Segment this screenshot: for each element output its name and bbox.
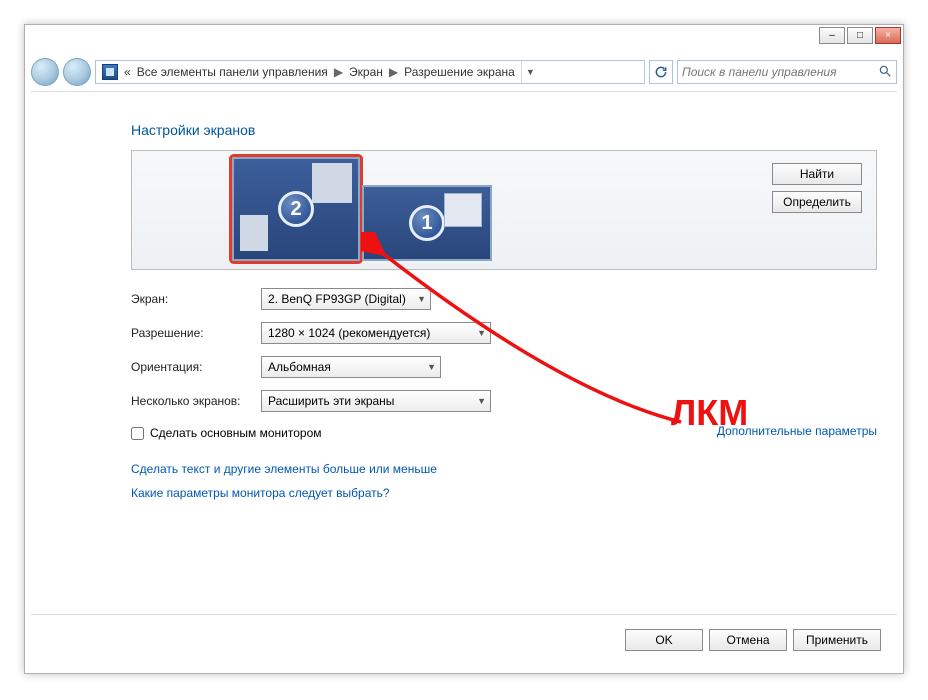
monitor-number-badge: 2 bbox=[278, 191, 314, 227]
chevron-down-icon: ▼ bbox=[417, 294, 426, 304]
primary-monitor-checkbox[interactable] bbox=[131, 427, 144, 440]
breadcrumb-item[interactable]: Все элементы панели управления bbox=[137, 65, 328, 79]
search-box[interactable] bbox=[677, 60, 897, 84]
footer-divider bbox=[31, 614, 897, 615]
help-links: Сделать текст и другие элементы больше и… bbox=[131, 462, 877, 500]
chevron-right-icon: ▶ bbox=[334, 65, 343, 79]
breadcrumb-dropdown[interactable]: ▼ bbox=[521, 61, 539, 83]
chevron-right-icon: ▶ bbox=[389, 65, 398, 79]
screen-label: Экран: bbox=[131, 292, 261, 306]
settings-form: Экран: 2. BenQ FP93GP (Digital) ▼ Разреш… bbox=[131, 288, 877, 412]
search-input[interactable] bbox=[682, 65, 878, 79]
refresh-button[interactable] bbox=[649, 60, 673, 84]
monitor-2[interactable]: 2 bbox=[232, 157, 360, 261]
identify-button[interactable]: Определить bbox=[772, 191, 862, 213]
resolution-label: Разрешение: bbox=[131, 326, 261, 340]
orientation-dropdown[interactable]: Альбомная ▼ bbox=[261, 356, 441, 378]
footer-buttons: OK Отмена Применить bbox=[625, 629, 881, 651]
primary-monitor-label: Сделать основным монитором bbox=[150, 426, 322, 440]
refresh-icon bbox=[654, 65, 668, 79]
canvas-buttons: Найти Определить bbox=[772, 163, 862, 213]
chevron-down-icon: ▼ bbox=[477, 396, 486, 406]
window-controls: – □ × bbox=[819, 27, 901, 44]
orientation-label: Ориентация: bbox=[131, 360, 261, 374]
annotation-label: ЛКМ bbox=[671, 392, 748, 434]
page-title: Настройки экранов bbox=[131, 122, 877, 138]
multiple-label: Несколько экранов: bbox=[131, 394, 261, 408]
search-icon bbox=[878, 64, 892, 81]
orientation-value: Альбомная bbox=[268, 360, 331, 374]
monitor-number-badge: 1 bbox=[409, 205, 445, 241]
resolution-value: 1280 × 1024 (рекомендуется) bbox=[268, 326, 430, 340]
breadcrumb[interactable]: « Все элементы панели управления ▶ Экран… bbox=[95, 60, 645, 84]
breadcrumb-prefix: « bbox=[124, 65, 131, 79]
find-button[interactable]: Найти bbox=[772, 163, 862, 185]
control-panel-icon bbox=[102, 64, 118, 80]
thumbnail-icon bbox=[240, 215, 268, 251]
monitor-group: 2 1 bbox=[232, 157, 492, 261]
cancel-button[interactable]: Отмена bbox=[709, 629, 787, 651]
minimize-button[interactable]: – bbox=[819, 27, 845, 44]
nav-row: « Все элементы панели управления ▶ Экран… bbox=[31, 57, 897, 87]
apply-button[interactable]: Применить bbox=[793, 629, 881, 651]
maximize-button[interactable]: □ bbox=[847, 27, 873, 44]
breadcrumb-item[interactable]: Разрешение экрана bbox=[404, 65, 515, 79]
breadcrumb-item[interactable]: Экран bbox=[349, 65, 383, 79]
multiple-displays-dropdown[interactable]: Расширить эти экраны ▼ bbox=[261, 390, 491, 412]
screen-dropdown[interactable]: 2. BenQ FP93GP (Digital) ▼ bbox=[261, 288, 431, 310]
thumbnail-icon bbox=[444, 193, 482, 227]
nav-back-button[interactable] bbox=[31, 58, 59, 86]
ok-button[interactable]: OK bbox=[625, 629, 703, 651]
monitor-1[interactable]: 1 bbox=[362, 185, 492, 261]
text-size-link[interactable]: Сделать текст и другие элементы больше и… bbox=[131, 462, 877, 476]
display-arrangement-canvas[interactable]: 2 1 Найти Определить bbox=[131, 150, 877, 270]
close-button[interactable]: × bbox=[875, 27, 901, 44]
explorer-window: – □ × « Все элементы панели управления ▶… bbox=[24, 24, 904, 674]
thumbnail-icon bbox=[312, 163, 352, 203]
multiple-value: Расширить эти экраны bbox=[268, 394, 394, 408]
content-area: Настройки экранов 2 1 Найти Определить Э… bbox=[31, 91, 897, 667]
chevron-down-icon: ▼ bbox=[427, 362, 436, 372]
resolution-dropdown[interactable]: 1280 × 1024 (рекомендуется) ▼ bbox=[261, 322, 491, 344]
chevron-down-icon: ▼ bbox=[477, 328, 486, 338]
screen-value: 2. BenQ FP93GP (Digital) bbox=[268, 292, 406, 306]
nav-forward-button[interactable] bbox=[63, 58, 91, 86]
monitor-help-link[interactable]: Какие параметры монитора следует выбрать… bbox=[131, 486, 877, 500]
